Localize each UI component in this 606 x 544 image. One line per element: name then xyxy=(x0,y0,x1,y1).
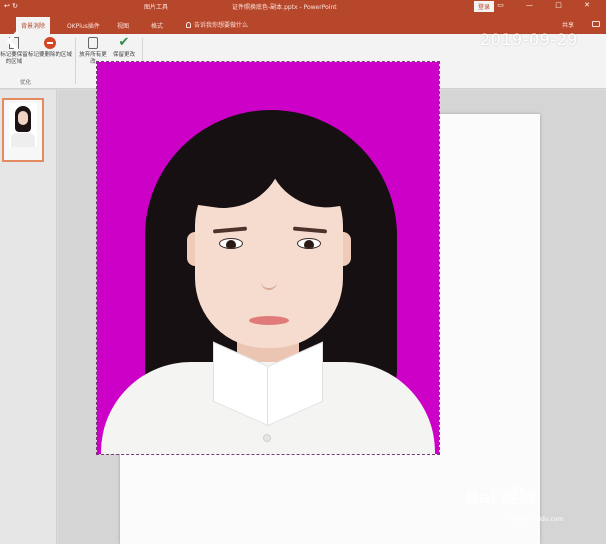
comment-icon[interactable] xyxy=(592,21,600,27)
title-bar: ↩ ↻ 图片工具 证件照换底色-副本.pptx - PowerPoint 登录 … xyxy=(0,0,606,13)
mark-remove-button[interactable]: 标记要删除的区域 xyxy=(28,37,72,59)
quick-access-undo-redo[interactable]: ↩ ↻ xyxy=(4,2,18,10)
mark-remove-icon xyxy=(44,37,56,49)
photo-left-eye xyxy=(219,238,243,249)
lightbulb-icon xyxy=(186,22,191,28)
mark-keep-label: 标记要保留的区域 xyxy=(0,52,28,65)
tab-okplus[interactable]: OKPlus插件 xyxy=(62,17,105,34)
photo-mouth xyxy=(249,316,289,325)
share-button[interactable]: 共享 xyxy=(562,20,574,29)
photo-right-eye xyxy=(297,238,321,249)
thumbnail-shirt xyxy=(11,133,35,147)
id-photo-image[interactable] xyxy=(96,61,440,455)
watermark-url: jingyan.baidu.com xyxy=(508,516,564,523)
group-separator xyxy=(75,38,76,84)
thumbnail-face xyxy=(18,111,28,125)
tab-view[interactable]: 视图 xyxy=(112,17,134,34)
document-title: 证件照换底色-副本.pptx - PowerPoint xyxy=(232,4,337,11)
slide-thumbnail-pane: 1 xyxy=(0,90,57,544)
window-controls[interactable]: ▭ — □ ✕ xyxy=(497,1,600,9)
tell-me-text: 告诉我你想要做什么 xyxy=(194,22,249,29)
mark-remove-label: 标记要删除的区域 xyxy=(28,52,73,58)
check-icon: ✔ xyxy=(118,35,130,50)
tab-format[interactable]: 格式 xyxy=(146,17,168,34)
tell-me-search[interactable]: 告诉我你想要做什么 xyxy=(186,20,248,29)
context-tab-label: 图片工具 xyxy=(144,4,169,11)
slide-thumbnail-1[interactable] xyxy=(2,98,44,162)
keep-changes-label: 保留更改 xyxy=(112,52,135,58)
login-button[interactable]: 登录 xyxy=(474,1,495,12)
back-arrow-icon[interactable] xyxy=(2,30,24,52)
photo-shirt-button xyxy=(263,434,271,442)
group-label-refine: 优化 xyxy=(20,80,32,86)
thumbnail-photo xyxy=(9,103,37,147)
discard-icon xyxy=(88,37,98,49)
video-timestamp: 2019-09-29 xyxy=(480,30,578,49)
paw-logo-icon xyxy=(510,484,528,500)
keep-changes-button[interactable]: ✔ 保留更改 xyxy=(108,35,140,59)
